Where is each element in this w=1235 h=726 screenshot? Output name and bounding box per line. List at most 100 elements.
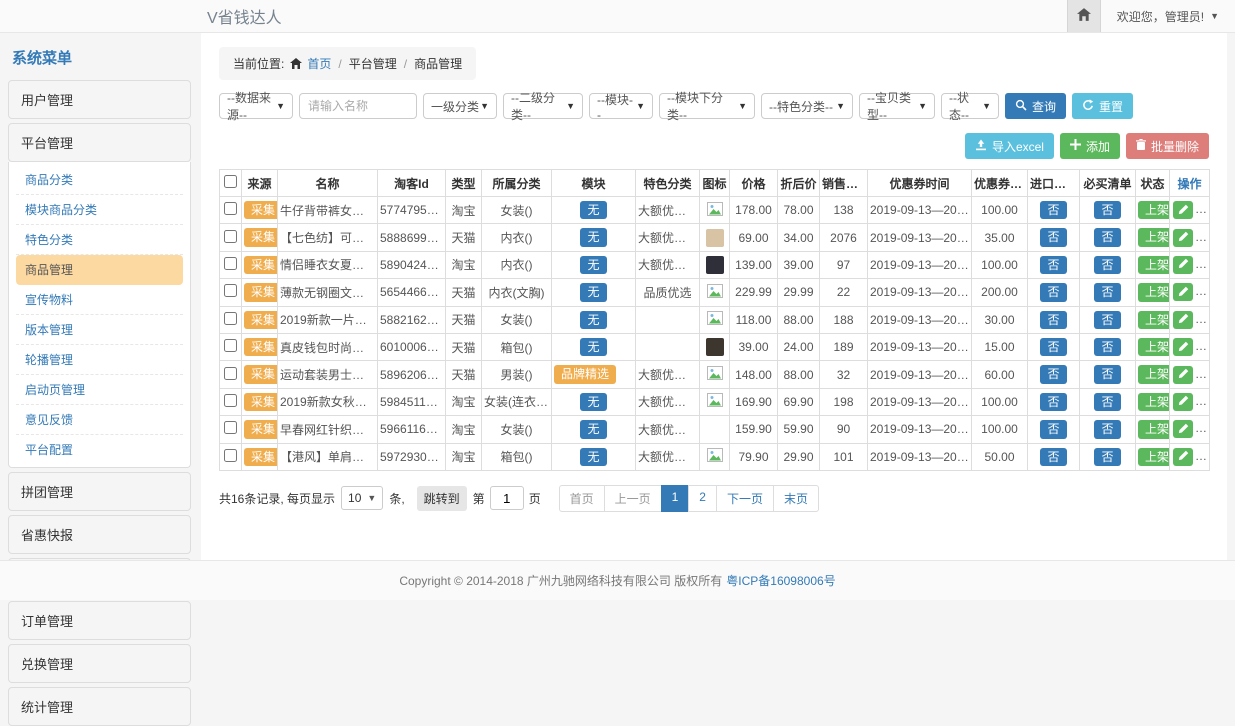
- module-badge[interactable]: 无: [580, 420, 606, 438]
- edit-button[interactable]: [1173, 229, 1193, 247]
- edit-button[interactable]: [1173, 420, 1193, 438]
- module-badge[interactable]: 无: [580, 256, 606, 274]
- status-badge[interactable]: 上架: [1138, 420, 1170, 438]
- module-badge[interactable]: 无: [580, 338, 606, 356]
- filter-select-8[interactable]: --状态--▼: [941, 93, 999, 119]
- module-badge[interactable]: 无: [580, 448, 606, 466]
- icp-link[interactable]: 粤ICP备16098006号: [726, 572, 835, 589]
- page-button-1[interactable]: 1: [661, 485, 690, 512]
- sidebar-item-宣传物料[interactable]: 宣传物料: [16, 285, 183, 315]
- module-badge[interactable]: 品牌精选: [554, 365, 616, 383]
- jump-to-button[interactable]: 跳转到: [417, 486, 467, 511]
- module-badge[interactable]: 无: [580, 201, 606, 219]
- select-all-checkbox[interactable]: [224, 175, 237, 188]
- filter-select-5[interactable]: --模块下分类--▼: [659, 93, 755, 119]
- sidebar-item-商品分类[interactable]: 商品分类: [16, 165, 183, 195]
- sidebar-item-平台配置[interactable]: 平台配置: [16, 435, 183, 464]
- sidebar-group-统计管理[interactable]: 统计管理: [8, 687, 191, 726]
- status-badge[interactable]: 上架: [1138, 365, 1170, 383]
- edit-button[interactable]: [1173, 256, 1193, 274]
- must-buy-toggle[interactable]: 否: [1094, 228, 1120, 246]
- filter-select-0[interactable]: --数据来源--▼: [219, 93, 293, 119]
- row-checkbox[interactable]: [224, 449, 237, 462]
- sidebar-group-兑换管理[interactable]: 兑换管理: [8, 644, 191, 683]
- status-badge[interactable]: 上架: [1138, 311, 1170, 329]
- row-checkbox[interactable]: [224, 312, 237, 325]
- import-select-toggle[interactable]: 否: [1040, 448, 1066, 466]
- filter-select-3[interactable]: --二级分类--▼: [503, 93, 583, 119]
- sidebar-item-启动页管理[interactable]: 启动页管理: [16, 375, 183, 405]
- page-button-2[interactable]: 2: [688, 485, 717, 512]
- status-badge[interactable]: 上架: [1138, 201, 1170, 219]
- search-button[interactable]: 查询: [1005, 93, 1066, 119]
- edit-button[interactable]: [1173, 201, 1193, 219]
- edit-button[interactable]: [1173, 393, 1193, 411]
- sidebar-item-模块商品分类[interactable]: 模块商品分类: [16, 195, 183, 225]
- status-badge[interactable]: 上架: [1138, 228, 1170, 246]
- row-checkbox[interactable]: [224, 284, 237, 297]
- edit-button[interactable]: [1173, 366, 1193, 384]
- per-page-select[interactable]: 10 ▼: [341, 486, 383, 510]
- edit-button[interactable]: [1173, 283, 1193, 301]
- must-buy-toggle[interactable]: 否: [1094, 365, 1120, 383]
- sidebar-group-省惠快报[interactable]: 省惠快报: [8, 515, 191, 554]
- page-button-末页[interactable]: 末页: [773, 485, 819, 512]
- jump-page-input[interactable]: [490, 486, 524, 510]
- import-select-toggle[interactable]: 否: [1040, 420, 1066, 438]
- import-excel-button[interactable]: 导入excel: [965, 133, 1054, 159]
- sidebar-item-商品管理[interactable]: 商品管理: [16, 255, 183, 285]
- must-buy-toggle[interactable]: 否: [1094, 338, 1120, 356]
- must-buy-toggle[interactable]: 否: [1094, 283, 1120, 301]
- row-checkbox[interactable]: [224, 421, 237, 434]
- sidebar-group-拼团管理[interactable]: 拼团管理: [8, 472, 191, 511]
- row-checkbox[interactable]: [224, 339, 237, 352]
- import-select-toggle[interactable]: 否: [1040, 365, 1066, 383]
- sidebar-item-轮播管理[interactable]: 轮播管理: [16, 345, 183, 375]
- sidebar-item-版本管理[interactable]: 版本管理: [16, 315, 183, 345]
- must-buy-toggle[interactable]: 否: [1094, 420, 1120, 438]
- filter-select-6[interactable]: --特色分类--▼: [761, 93, 853, 119]
- sidebar-group-用户管理[interactable]: 用户管理: [8, 80, 191, 119]
- status-badge[interactable]: 上架: [1138, 256, 1170, 274]
- status-badge[interactable]: 上架: [1138, 393, 1170, 411]
- module-badge[interactable]: 无: [580, 283, 606, 301]
- status-badge[interactable]: 上架: [1138, 283, 1170, 301]
- row-checkbox[interactable]: [224, 257, 237, 270]
- filter-select-7[interactable]: --宝贝类型--▼: [859, 93, 935, 119]
- add-button[interactable]: 添加: [1060, 133, 1120, 159]
- batch-delete-button[interactable]: 批量删除: [1126, 133, 1209, 159]
- module-badge[interactable]: 无: [580, 228, 606, 246]
- edit-button[interactable]: [1173, 311, 1193, 329]
- sidebar-group-订单管理[interactable]: 订单管理: [8, 601, 191, 640]
- edit-button[interactable]: [1173, 338, 1193, 356]
- filter-select-4[interactable]: --模块--▼: [589, 93, 653, 119]
- import-select-toggle[interactable]: 否: [1040, 283, 1066, 301]
- row-checkbox[interactable]: [224, 394, 237, 407]
- status-badge[interactable]: 上架: [1138, 448, 1170, 466]
- name-search-input[interactable]: [299, 93, 417, 119]
- import-select-toggle[interactable]: 否: [1040, 201, 1066, 219]
- home-button[interactable]: [1067, 0, 1101, 32]
- user-menu[interactable]: 欢迎您，管理员! ▼: [1101, 0, 1235, 32]
- row-checkbox[interactable]: [224, 367, 237, 380]
- import-select-toggle[interactable]: 否: [1040, 311, 1066, 329]
- import-select-toggle[interactable]: 否: [1040, 256, 1066, 274]
- must-buy-toggle[interactable]: 否: [1094, 393, 1120, 411]
- import-select-toggle[interactable]: 否: [1040, 393, 1066, 411]
- filter-select-2[interactable]: 一级分类▼: [423, 93, 497, 119]
- must-buy-toggle[interactable]: 否: [1094, 256, 1120, 274]
- import-select-toggle[interactable]: 否: [1040, 228, 1066, 246]
- module-badge[interactable]: 无: [580, 393, 606, 411]
- must-buy-toggle[interactable]: 否: [1094, 448, 1120, 466]
- reset-button[interactable]: 重置: [1072, 93, 1133, 119]
- breadcrumb-home-link[interactable]: 首页: [307, 55, 331, 72]
- page-button-下一页[interactable]: 下一页: [716, 485, 774, 512]
- sidebar-item-特色分类[interactable]: 特色分类: [16, 225, 183, 255]
- sidebar-item-意见反馈[interactable]: 意见反馈: [16, 405, 183, 435]
- status-badge[interactable]: 上架: [1138, 338, 1170, 356]
- edit-button[interactable]: [1173, 448, 1193, 466]
- row-checkbox[interactable]: [224, 202, 237, 215]
- must-buy-toggle[interactable]: 否: [1094, 311, 1120, 329]
- sidebar-group-平台管理[interactable]: 平台管理: [8, 123, 191, 162]
- import-select-toggle[interactable]: 否: [1040, 338, 1066, 356]
